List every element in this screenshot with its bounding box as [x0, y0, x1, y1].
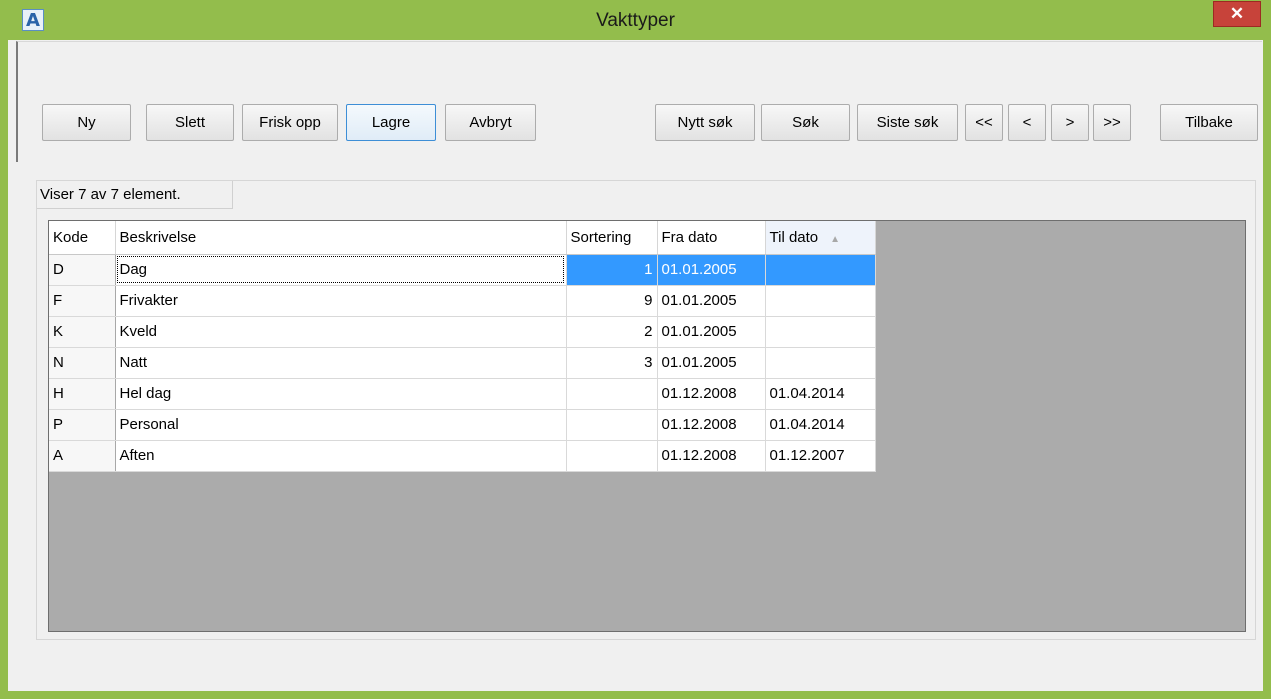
new-search-button[interactable]: Nytt søk — [655, 104, 755, 141]
cell-fra-dato[interactable]: 01.12.2008 — [657, 378, 766, 410]
window: A Vakttyper ✕ Ny Slett Frisk opp Lagre A… — [0, 0, 1271, 699]
next-record-button[interactable]: > — [1051, 104, 1089, 141]
record-count-label: Viser 7 av 7 element. — [37, 181, 233, 209]
cell-fra-dato[interactable]: 01.01.2005 — [657, 316, 766, 348]
column-header-fra-dato[interactable]: Fra dato — [657, 221, 766, 255]
cell-kode[interactable]: D — [49, 254, 116, 286]
refresh-button[interactable]: Frisk opp — [242, 104, 338, 141]
cell-fra-dato[interactable]: 01.12.2008 — [657, 440, 766, 472]
cell-kode[interactable]: H — [49, 378, 116, 410]
table-row[interactable]: D Dag 1 01.01.2005 — [49, 254, 876, 286]
cell-sortering[interactable] — [566, 378, 658, 410]
cell-sortering[interactable]: 3 — [566, 347, 658, 379]
cell-fra-dato[interactable]: 01.01.2005 — [657, 285, 766, 317]
last-record-button[interactable]: >> — [1093, 104, 1131, 141]
search-button[interactable]: Søk — [761, 104, 850, 141]
last-search-button[interactable]: Siste søk — [857, 104, 958, 141]
new-button[interactable]: Ny — [42, 104, 131, 141]
cell-sortering[interactable] — [566, 409, 658, 441]
close-icon: ✕ — [1229, 4, 1245, 23]
cell-fra-dato[interactable]: 01.12.2008 — [657, 409, 766, 441]
cell-beskrivelse[interactable]: Personal — [115, 409, 567, 441]
cell-kode[interactable]: A — [49, 440, 116, 472]
cell-til-dato[interactable]: 01.04.2014 — [765, 409, 876, 441]
cell-fra-dato[interactable]: 01.01.2005 — [657, 254, 766, 286]
toolbar-panel — [16, 41, 1262, 162]
cell-til-dato[interactable] — [765, 254, 876, 286]
cancel-button[interactable]: Avbryt — [445, 104, 536, 141]
cell-til-dato[interactable] — [765, 316, 876, 348]
cell-kode[interactable]: F — [49, 285, 116, 317]
column-header-til-dato[interactable]: Til dato ▲ — [765, 221, 876, 255]
cell-sortering[interactable] — [566, 440, 658, 472]
column-header-kode[interactable]: Kode — [49, 221, 116, 255]
cell-beskrivelse[interactable]: Hel dag — [115, 378, 567, 410]
first-record-button[interactable]: << — [965, 104, 1003, 141]
delete-button[interactable]: Slett — [146, 104, 234, 141]
column-header-sortering[interactable]: Sortering — [566, 221, 658, 255]
cell-beskrivelse[interactable]: Natt — [115, 347, 567, 379]
cell-beskrivelse[interactable]: Kveld — [115, 316, 567, 348]
header-row: Kode Beskrivelse Sortering Fra dato Til … — [49, 221, 876, 255]
table-row[interactable]: P Personal 01.12.2008 01.04.2014 — [49, 409, 876, 441]
table-row[interactable]: K Kveld 2 01.01.2005 — [49, 316, 876, 348]
previous-record-button[interactable]: < — [1008, 104, 1046, 141]
cell-beskrivelse[interactable]: Frivakter — [115, 285, 567, 317]
data-grid[interactable]: Kode Beskrivelse Sortering Fra dato Til … — [48, 220, 1246, 632]
cell-fra-dato[interactable]: 01.01.2005 — [657, 347, 766, 379]
cell-til-dato[interactable]: 01.12.2007 — [765, 440, 876, 472]
cell-sortering[interactable]: 2 — [566, 316, 658, 348]
cell-kode[interactable]: K — [49, 316, 116, 348]
cell-sortering[interactable]: 9 — [566, 285, 658, 317]
cell-kode[interactable]: P — [49, 409, 116, 441]
save-button[interactable]: Lagre — [346, 104, 436, 141]
data-table: Kode Beskrivelse Sortering Fra dato Til … — [49, 221, 876, 472]
cell-kode[interactable]: N — [49, 347, 116, 379]
table-row[interactable]: A Aften 01.12.2008 01.12.2007 — [49, 440, 876, 472]
cell-til-dato[interactable]: 01.04.2014 — [765, 378, 876, 410]
table-row[interactable]: F Frivakter 9 01.01.2005 — [49, 285, 876, 317]
table-row[interactable]: N Natt 3 01.01.2005 — [49, 347, 876, 379]
cell-beskrivelse[interactable]: Dag — [115, 254, 567, 286]
close-button[interactable]: ✕ — [1213, 1, 1261, 27]
cell-til-dato[interactable] — [765, 347, 876, 379]
column-header-beskrivelse[interactable]: Beskrivelse — [115, 221, 567, 255]
back-button[interactable]: Tilbake — [1160, 104, 1258, 141]
sort-ascending-icon: ▲ — [830, 233, 841, 245]
cell-til-dato[interactable] — [765, 285, 876, 317]
title-bar[interactable]: A Vakttyper ✕ — [0, 0, 1271, 40]
cell-sortering[interactable]: 1 — [566, 254, 658, 286]
table-row[interactable]: H Hel dag 01.12.2008 01.04.2014 — [49, 378, 876, 410]
cell-beskrivelse[interactable]: Aften — [115, 440, 567, 472]
column-header-til-dato-label: Til dato — [769, 228, 819, 246]
window-title: Vakttyper — [596, 10, 675, 31]
